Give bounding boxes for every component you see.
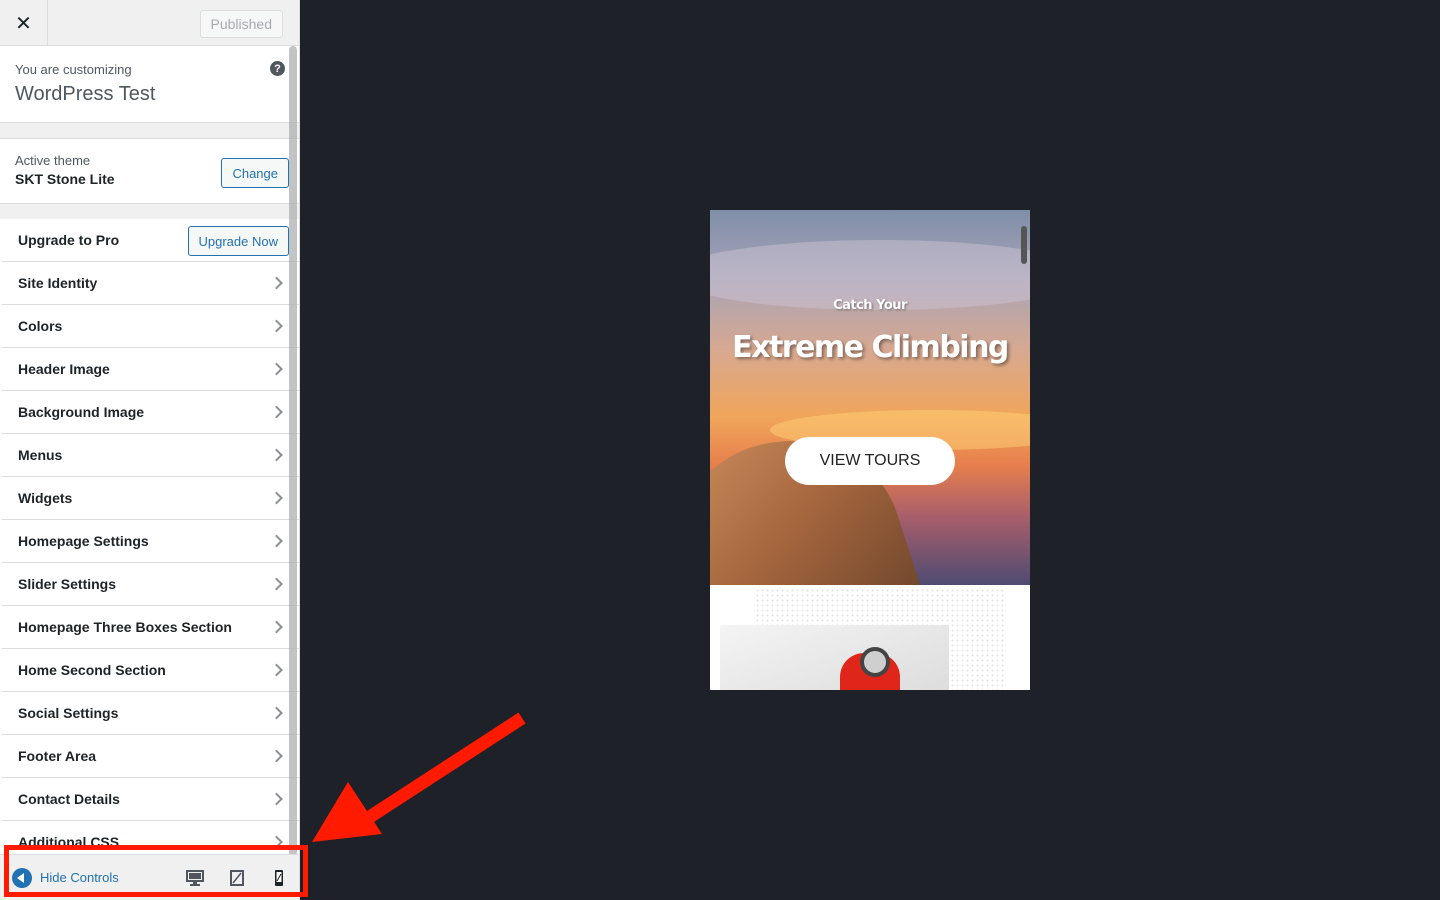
desktop-icon[interactable]	[186, 870, 204, 886]
site-preview[interactable]: Catch Your Extreme Climbing VIEW TOURS	[710, 210, 1030, 690]
section-home-second[interactable]: Home Second Section	[0, 649, 299, 692]
section-label: Colors	[18, 318, 63, 334]
chevron-right-icon	[270, 405, 283, 419]
view-tours-button[interactable]: VIEW TOURS	[785, 437, 955, 485]
section-background-image[interactable]: Background Image	[0, 391, 299, 434]
chevron-right-icon	[270, 792, 283, 806]
section-social-settings[interactable]: Social Settings	[0, 692, 299, 735]
mobile-icon[interactable]	[270, 870, 288, 886]
chevron-right-icon	[270, 577, 283, 591]
hero-title: Extreme Climbing	[732, 330, 1009, 365]
upgrade-label: Upgrade to Pro	[18, 232, 120, 248]
section-widgets[interactable]: Widgets	[0, 477, 299, 520]
section-label: Header Image	[18, 361, 110, 377]
section-label: Additional CSS	[18, 834, 120, 850]
section-header-image[interactable]: Header Image	[0, 348, 299, 391]
chevron-right-icon	[270, 276, 283, 290]
sidebar-scrollbar[interactable]	[289, 46, 297, 856]
section-label: Footer Area	[18, 748, 97, 764]
skier-helmet	[860, 647, 890, 677]
annotation-arrow-icon	[312, 712, 526, 842]
section-label: Social Settings	[18, 705, 119, 721]
section-homepage-settings[interactable]: Homepage Settings	[0, 520, 299, 563]
site-title: WordPress Test	[15, 83, 156, 105]
change-theme-button[interactable]: Change	[221, 158, 289, 188]
section-label: Homepage Three Boxes Section	[18, 619, 232, 635]
customizing-info: You are customizing WordPress Test ?	[0, 46, 299, 123]
hide-controls-button[interactable]: Hide Controls	[0, 867, 119, 888]
section-label: Contact Details	[18, 791, 120, 807]
skier-image	[720, 625, 949, 690]
chevron-right-icon	[270, 663, 283, 677]
customizer-sidebar: ✕ Published You are customizing WordPres…	[0, 0, 300, 900]
chevron-right-icon	[270, 620, 283, 634]
collapse-icon	[12, 867, 32, 888]
upgrade-now-button[interactable]: Upgrade Now	[187, 226, 289, 256]
section-label: Site Identity	[18, 275, 98, 291]
hero-subtitle: Catch Your	[833, 298, 907, 313]
section-three-boxes[interactable]: Homepage Three Boxes Section	[0, 606, 299, 649]
customizer-topbar: ✕ Published	[0, 0, 299, 46]
help-icon[interactable]: ?	[270, 61, 285, 76]
chevron-right-icon	[270, 835, 283, 849]
customizer-footer: Hide Controls	[0, 854, 299, 900]
section-label: Background Image	[18, 404, 145, 420]
section-site-identity[interactable]: Site Identity	[0, 262, 299, 305]
preview-scrollbar[interactable]	[1021, 226, 1027, 264]
upgrade-to-pro-section: Upgrade to Pro Upgrade Now	[0, 219, 299, 262]
chevron-right-icon	[270, 491, 283, 505]
chevron-right-icon	[270, 534, 283, 548]
section-colors[interactable]: Colors	[0, 305, 299, 348]
section-footer-area[interactable]: Footer Area	[0, 735, 299, 778]
section-label: Widgets	[18, 490, 73, 506]
close-icon: ✕	[15, 11, 32, 35]
section-label: Home Second Section	[18, 662, 166, 678]
section-label: Slider Settings	[18, 576, 117, 592]
chevron-right-icon	[270, 706, 283, 720]
hide-controls-label: Hide Controls	[40, 870, 119, 885]
active-theme-panel: Active theme SKT Stone Lite Change	[0, 138, 299, 204]
close-button[interactable]: ✕	[0, 0, 48, 46]
chevron-right-icon	[270, 319, 283, 333]
hero-banner: Catch Your Extreme Climbing VIEW TOURS	[710, 210, 1030, 585]
section-slider-settings[interactable]: Slider Settings	[0, 563, 299, 606]
chevron-right-icon	[270, 749, 283, 763]
section-label: Menus	[18, 447, 63, 463]
customizer-sections: Upgrade to Pro Upgrade Now Site Identity…	[0, 219, 299, 864]
chevron-right-icon	[270, 448, 283, 462]
section-label: Homepage Settings	[18, 533, 149, 549]
section-contact-details[interactable]: Contact Details	[0, 778, 299, 821]
chevron-right-icon	[270, 362, 283, 376]
customizing-label: You are customizing	[15, 62, 132, 77]
section-menus[interactable]: Menus	[0, 434, 299, 477]
tablet-icon[interactable]	[228, 870, 246, 886]
published-button[interactable]: Published	[199, 10, 283, 38]
